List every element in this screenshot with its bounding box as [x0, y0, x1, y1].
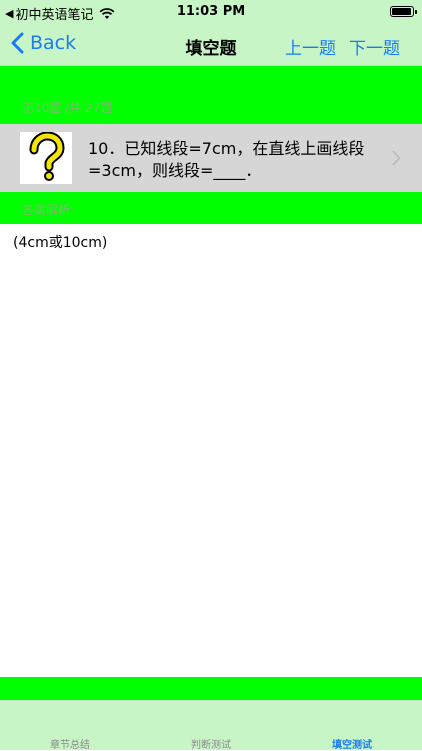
question-row[interactable]: 10．已知线段=7cm，在直线上画线段=3cm，则线段=____． — [0, 124, 422, 192]
status-bar: ◀ 初中英语笔记 11:03 PM — [0, 0, 422, 24]
question-progress: 第10题 /共 27题 — [22, 101, 113, 115]
tab-bar: 章节总结 判断测试 填空测试 — [0, 700, 422, 751]
chevron-left-icon — [11, 32, 24, 54]
prev-question-button[interactable]: 上一题 — [285, 34, 336, 59]
tab-true-false-test[interactable]: 判断测试 — [141, 736, 281, 751]
battery-icon — [390, 6, 417, 17]
back-label: Back — [30, 32, 77, 54]
tab-fill-blank-test[interactable]: 填空测试 — [282, 736, 422, 751]
status-time: 11:03 PM — [176, 4, 246, 19]
back-button[interactable]: Back — [10, 32, 76, 54]
next-question-button[interactable]: 下一题 — [349, 34, 400, 59]
answer-label: 答案解析: — [22, 203, 75, 217]
navigation-bar: Back 填空题 上一题 下一题 — [0, 24, 422, 66]
chevron-right-icon — [392, 150, 401, 166]
answer-text: (4cm或10cm) — [13, 235, 108, 251]
footer-band — [0, 677, 422, 700]
question-text: 10．已知线段=7cm，在直线上画线段=3cm，则线段=____． — [88, 139, 365, 180]
tab-chapter-summary[interactable]: 章节总结 — [0, 736, 140, 751]
question-mark-icon — [20, 132, 72, 184]
